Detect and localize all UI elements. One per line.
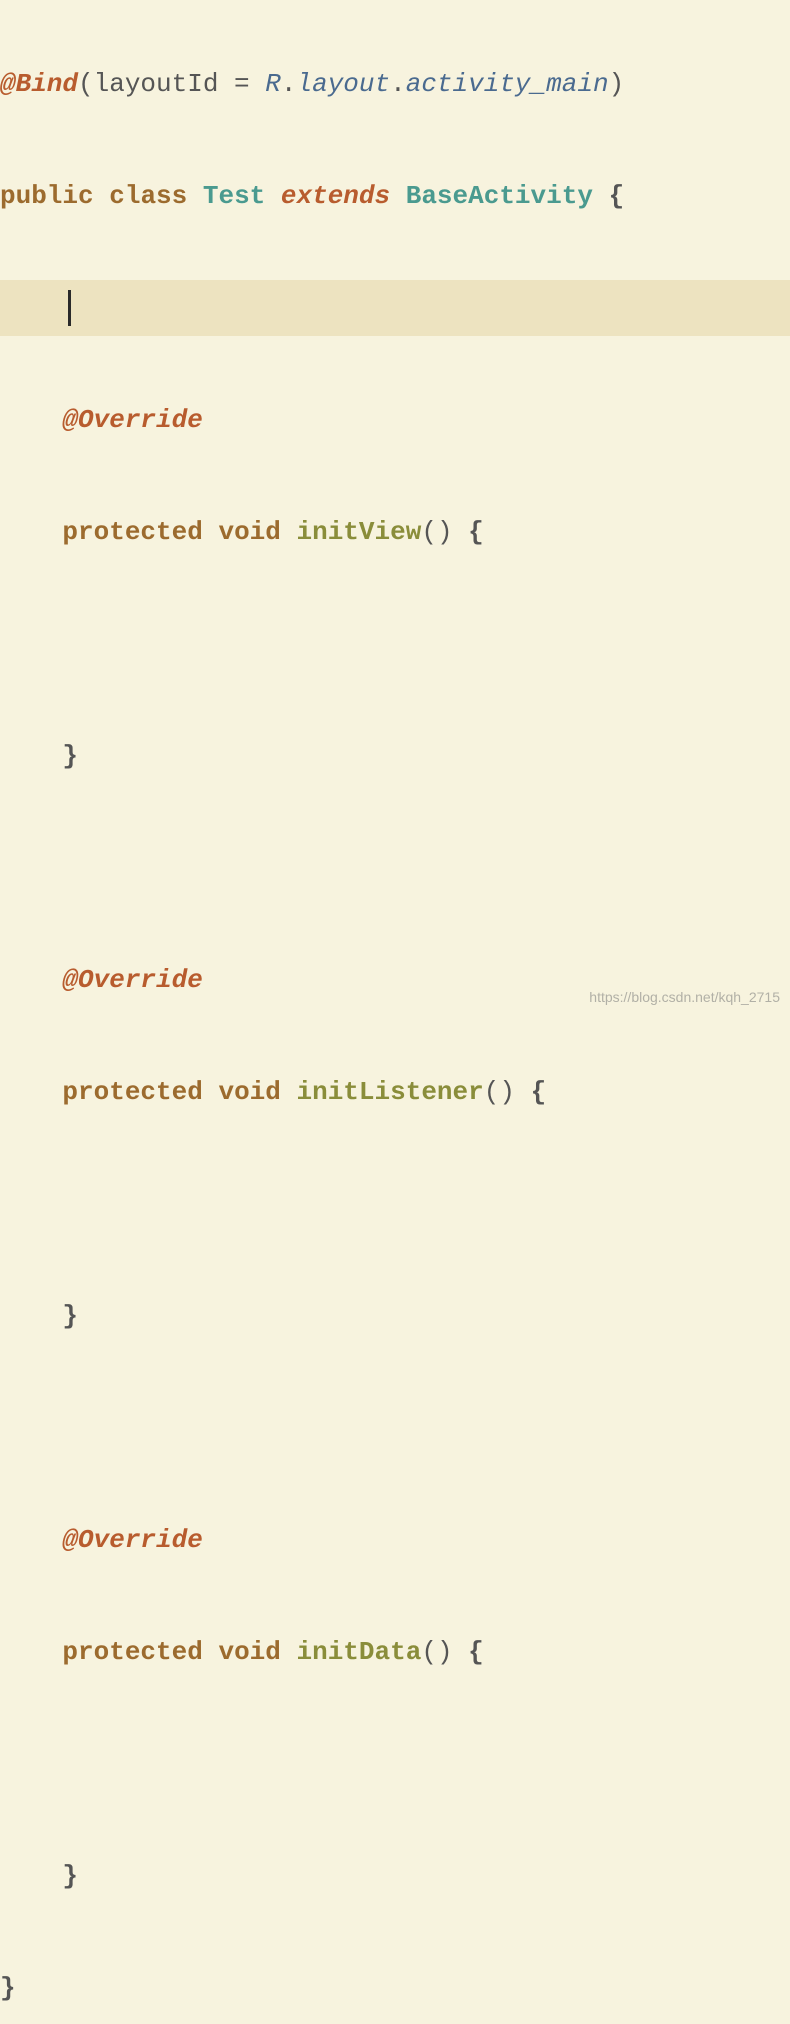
code-line: @Override (0, 1512, 790, 1568)
annotation-override: @Override (62, 965, 202, 995)
kw-public: public (0, 181, 94, 211)
kw-extends: extends (281, 181, 390, 211)
text-cursor (68, 290, 71, 326)
paren-close: ) (609, 69, 625, 99)
method-initdata: initData (297, 1637, 422, 1667)
method-initview: initView (297, 517, 422, 547)
code-line: protected void initView() { (0, 504, 790, 560)
class-name: Test (203, 181, 265, 211)
ref-activity-main: activity_main (406, 69, 609, 99)
code-editor[interactable]: @Bind(layoutId = R.layout.activity_main)… (0, 0, 790, 2024)
code-line (0, 1736, 790, 1792)
annotation-bind: @Bind (0, 69, 78, 99)
code-line: @Override (0, 392, 790, 448)
current-line[interactable] (0, 280, 790, 336)
code-line: } (0, 1960, 790, 2016)
code-line (0, 1400, 790, 1456)
paren-open: ( (78, 69, 94, 99)
annotation-override: @Override (62, 1525, 202, 1555)
code-line: protected void initData() { (0, 1624, 790, 1680)
code-line: } (0, 1848, 790, 1904)
method-initlistener: initListener (297, 1077, 484, 1107)
ref-layout: layout (296, 69, 390, 99)
code-line: } (0, 1288, 790, 1344)
kw-class: class (109, 181, 187, 211)
code-line: } (0, 728, 790, 784)
code-line (0, 616, 790, 672)
code-line: public class Test extends BaseActivity { (0, 168, 790, 224)
base-class: BaseActivity (406, 181, 593, 211)
code-line: @Bind(layoutId = R.layout.activity_main) (0, 56, 790, 112)
code-line: protected void initListener() { (0, 1064, 790, 1120)
watermark-text: https://blog.csdn.net/kqh_2715 (589, 990, 780, 1004)
ref-R: R (265, 69, 281, 99)
code-line (0, 1176, 790, 1232)
layout-param: layoutId = (94, 69, 266, 99)
code-line (0, 840, 790, 896)
annotation-override: @Override (62, 405, 202, 435)
